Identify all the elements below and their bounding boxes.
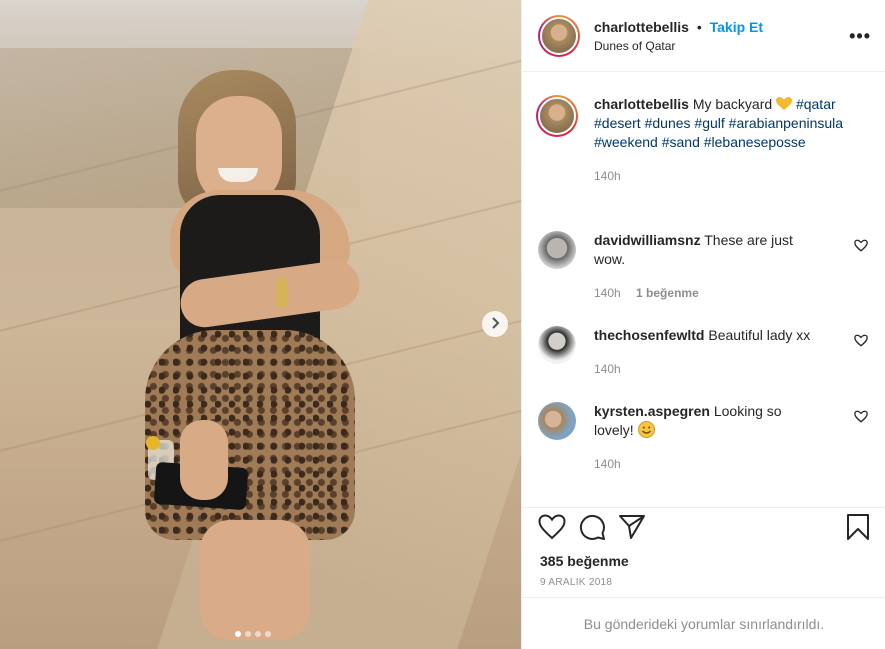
smiling-emoji-icon — [637, 421, 655, 438]
comment-username[interactable]: davidwilliamsnz — [594, 232, 701, 248]
post-photo[interactable] — [0, 0, 521, 649]
post-actions: 385 beğenme 9 ARALIK 2018 — [522, 507, 885, 597]
bottle-cap — [146, 436, 160, 450]
comment-text: Beautiful lady xx — [708, 327, 811, 343]
comment-time[interactable]: 140h — [594, 362, 621, 376]
photo-person — [140, 70, 380, 640]
comment-username[interactable]: thechosenfewltd — [594, 327, 704, 343]
avatar-image — [538, 97, 576, 135]
post-location[interactable]: Dunes of Qatar — [594, 39, 763, 53]
more-horizontal-icon: ••• — [849, 26, 871, 46]
carousel-indicators — [235, 631, 271, 637]
carousel-next-button[interactable] — [482, 311, 508, 337]
heart-icon — [854, 410, 868, 423]
comment-username[interactable]: kyrsten.aspegren — [594, 403, 710, 419]
person-hand — [180, 420, 228, 500]
comment-body: kyrsten.aspegren Looking so lovely! 140h — [594, 402, 824, 474]
caption-text: My backyard — [692, 96, 773, 112]
caption-avatar[interactable] — [536, 95, 578, 137]
comment-item: davidwilliamsnz These are just wow. 140h… — [538, 231, 868, 303]
comment-avatar[interactable] — [538, 402, 576, 440]
person-skirt — [145, 330, 355, 540]
share-button[interactable] — [618, 514, 646, 543]
caption-body: charlottebellis My backyard #qatar #dese… — [594, 95, 864, 186]
post-header: charlottebellis • Takip Et Dunes of Qata… — [522, 0, 885, 72]
comment-button[interactable] — [578, 513, 606, 544]
comment-item: kyrsten.aspegren Looking so lovely! 140h — [538, 402, 868, 474]
follow-button[interactable]: Takip Et — [710, 19, 763, 35]
save-button[interactable] — [846, 513, 870, 544]
bookmark-icon — [847, 513, 869, 540]
person-legs — [200, 520, 310, 640]
comment-body: davidwilliamsnz These are just wow. 140h… — [594, 231, 824, 303]
comment-item: thechosenfewltd Beautiful lady xx 140h — [538, 326, 868, 379]
comment-time[interactable]: 140h — [594, 286, 621, 300]
caption-username[interactable]: charlottebellis — [594, 96, 689, 112]
author-avatar[interactable] — [538, 14, 580, 57]
send-icon — [619, 514, 645, 539]
comment-likes[interactable]: 1 beğenme — [636, 286, 699, 300]
comment-meta: 140h — [594, 360, 824, 379]
action-icons — [538, 513, 870, 543]
more-options-button[interactable]: ••• — [849, 26, 871, 47]
carousel-dot — [245, 631, 251, 637]
separator: • — [696, 18, 702, 35]
author-username[interactable]: charlottebellis — [594, 19, 689, 35]
comment-meta: 140h 1 beğenme — [594, 284, 824, 303]
chevron-right-icon — [490, 316, 500, 332]
likes-count[interactable]: 385 beğenme — [540, 553, 870, 569]
comment-icon — [579, 514, 605, 540]
heart-icon — [538, 513, 566, 539]
post-date[interactable]: 9 ARALIK 2018 — [540, 577, 870, 588]
yellow-heart-icon — [776, 96, 793, 112]
carousel-dot — [265, 631, 271, 637]
comment-like-button[interactable] — [854, 334, 868, 350]
comment-body: thechosenfewltd Beautiful lady xx 140h — [594, 326, 824, 379]
caption-time[interactable]: 140h — [594, 167, 864, 186]
avatar-image — [540, 16, 578, 55]
post-dialog: charlottebellis • Takip Et Dunes of Qata… — [0, 0, 885, 649]
like-button[interactable] — [538, 513, 566, 543]
comment-avatar[interactable] — [538, 326, 576, 364]
heart-icon — [854, 239, 868, 252]
comment-meta: 140h — [594, 455, 824, 474]
comment-time[interactable]: 140h — [594, 457, 621, 471]
caption: charlottebellis My backyard #qatar #dese… — [536, 95, 868, 186]
comment-like-button[interactable] — [854, 410, 868, 426]
heart-icon — [854, 334, 868, 347]
post-side-panel: charlottebellis • Takip Et Dunes of Qata… — [521, 0, 885, 649]
comments-list: charlottebellis My backyard #qatar #dese… — [522, 73, 885, 507]
post-author-meta: charlottebellis • Takip Et Dunes of Qata… — [594, 19, 763, 53]
comments-restricted-notice: Bu gönderideki yorumlar sınırlandırıldı. — [522, 597, 885, 649]
carousel-dot — [255, 631, 261, 637]
comment-like-button[interactable] — [854, 239, 868, 255]
comment-avatar[interactable] — [538, 231, 576, 269]
carousel-dot — [235, 631, 241, 637]
person-bracelet — [276, 278, 288, 308]
